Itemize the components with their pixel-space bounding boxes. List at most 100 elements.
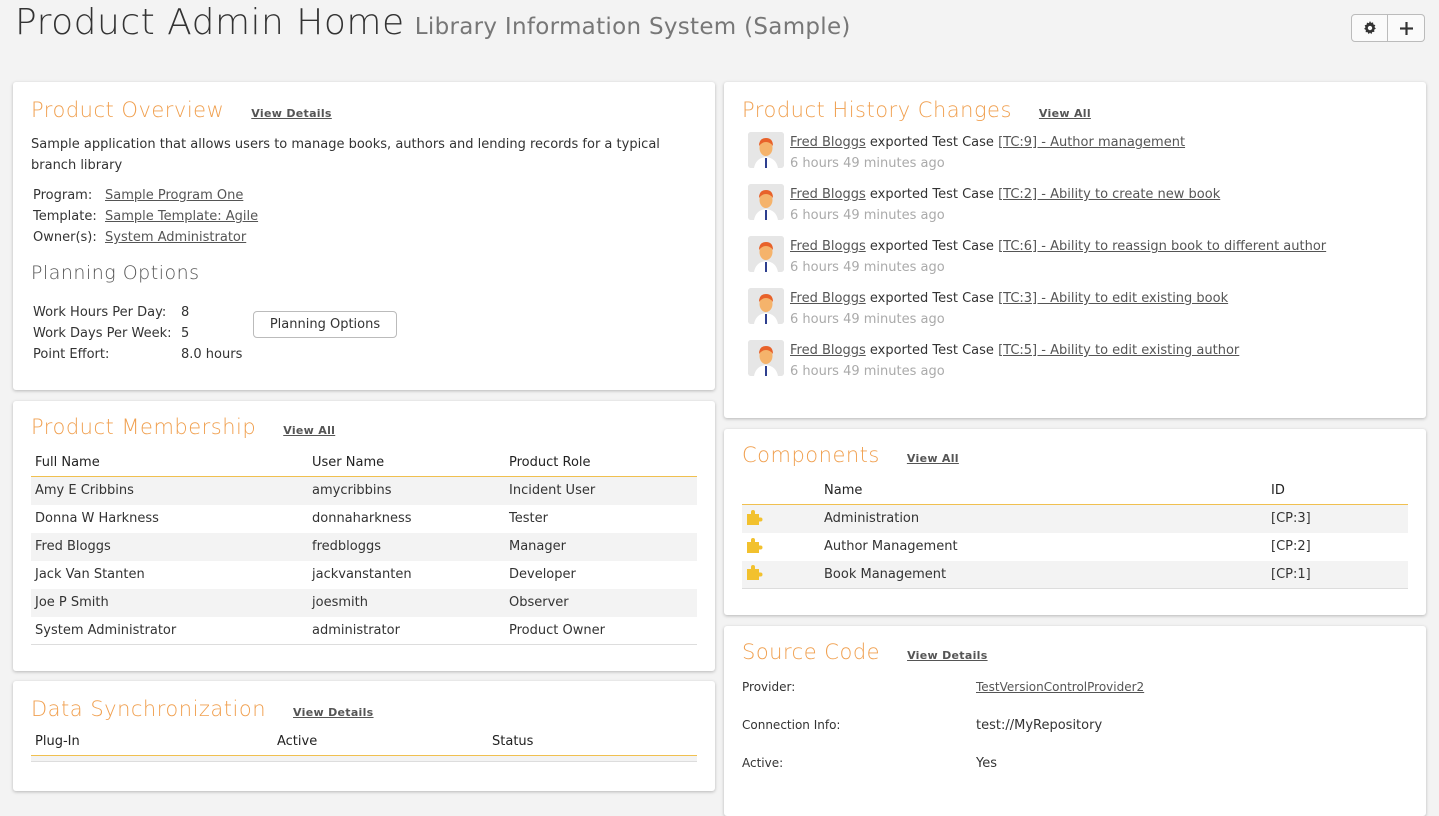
column-header-user-name[interactable]: User Name — [308, 449, 505, 477]
table-row[interactable]: Book Management [CP:1] — [742, 560, 1408, 589]
table-row[interactable]: Joe P Smith joesmith Observer — [31, 588, 697, 617]
table-row[interactable]: Administration [CP:3] — [742, 504, 1408, 533]
history-target-link[interactable]: [TC:5] - Ability to edit existing author — [998, 343, 1239, 358]
work-days-value: 5 — [181, 326, 190, 341]
history-user-link[interactable]: Fred Bloggs — [790, 187, 866, 202]
data-synchronization-view-details-link[interactable]: View Details — [293, 706, 374, 719]
history-item-text: Fred Bloggs exported Test Case [TC:6] - … — [790, 236, 1326, 278]
history-user-link[interactable]: Fred Bloggs — [790, 343, 866, 358]
program-link[interactable]: Sample Program One — [105, 185, 243, 206]
history-target-link[interactable]: [TC:3] - Ability to edit existing book — [998, 291, 1228, 306]
column-header-name[interactable]: Name — [820, 477, 1267, 505]
table-row[interactable]: Amy E Cribbins amycribbins Incident User — [31, 476, 697, 505]
history-target-link[interactable]: [TC:9] - Author management — [998, 135, 1185, 150]
full-name-cell: Fred Bloggs — [31, 532, 308, 561]
history-action: exported Test Case — [869, 135, 994, 150]
active-value: Yes — [976, 755, 997, 771]
template-label: Template: — [33, 209, 97, 224]
program-label: Program: — [33, 188, 93, 203]
history-time: 6 hours 49 minutes ago — [790, 260, 945, 275]
product-history-title: Product History Changes — [742, 98, 1012, 122]
column-header-id[interactable]: ID — [1267, 477, 1408, 505]
source-code-header: Source Code View Details — [742, 640, 1408, 664]
product-role-cell: Observer — [505, 588, 697, 617]
product-overview-view-details-link[interactable]: View Details — [251, 107, 332, 120]
product-overview-title: Product Overview — [31, 98, 225, 122]
owners-row: Owner(s): System Administrator — [33, 227, 697, 248]
user-name-cell: jackvanstanten — [312, 567, 412, 582]
source-code-panel: Source Code View Details Provider: TestV… — [724, 626, 1426, 816]
product-properties: Program: Sample Program One Template: Sa… — [31, 185, 697, 248]
column-header-active[interactable]: Active — [273, 728, 488, 756]
membership-table: Full Name User Name Product Role Amy E C… — [31, 449, 697, 645]
template-link[interactable]: Sample Template: Agile — [105, 206, 258, 227]
planning-options-button[interactable]: Planning Options — [253, 311, 397, 338]
user-avatar-icon — [748, 184, 784, 220]
user-avatar-icon — [748, 340, 784, 376]
history-list: Fred Bloggs exported Test Case [TC:9] - … — [742, 132, 1408, 382]
history-target-link[interactable]: [TC:2] - Ability to create new book — [998, 187, 1220, 202]
product-membership-view-all-link[interactable]: View All — [283, 424, 335, 437]
history-action: exported Test Case — [869, 291, 994, 306]
column-header-status[interactable]: Status — [488, 728, 697, 756]
component-id-cell: [CP:3] — [1267, 504, 1408, 533]
product-membership-header: Product Membership View All — [31, 415, 697, 439]
user-name-cell: joesmith — [308, 588, 505, 617]
settings-button[interactable] — [1351, 14, 1388, 42]
table-row-empty — [31, 755, 697, 762]
components-title: Components — [742, 443, 880, 467]
point-effort-value: 8.0 hours — [181, 347, 243, 362]
owners-link[interactable]: System Administrator — [105, 227, 246, 248]
owners-label: Owner(s): — [33, 230, 97, 245]
history-item-text: Fred Bloggs exported Test Case [TC:9] - … — [790, 132, 1185, 174]
history-user-link[interactable]: Fred Bloggs — [790, 239, 866, 254]
history-action: exported Test Case — [869, 239, 994, 254]
user-name-cell: amycribbins — [308, 476, 505, 505]
table-row[interactable]: Jack Van Stanten jackvanstanten Develope… — [31, 561, 697, 589]
gear-icon — [1363, 21, 1376, 35]
history-time: 6 hours 49 minutes ago — [790, 364, 945, 379]
source-code-view-details-link[interactable]: View Details — [907, 649, 988, 662]
column-header-icon — [742, 477, 820, 505]
page-title: Product Admin Home Library Information S… — [15, 2, 851, 43]
component-name-cell: Book Management — [820, 560, 1267, 589]
avatar — [748, 132, 784, 168]
sync-table-header: Plug-In Active Status — [31, 728, 697, 756]
user-name-cell: donnaharkness — [312, 511, 412, 526]
component-id-cell: [CP:2] — [1271, 539, 1311, 554]
history-action: exported Test Case — [869, 187, 994, 202]
add-button[interactable] — [1388, 14, 1425, 42]
product-membership-panel: Product Membership View All Full Name Us… — [13, 401, 715, 671]
planning-options-section: Work Hours Per Day: 8 Work Days Per Week… — [31, 302, 697, 365]
table-row[interactable]: System Administrator administrator Produ… — [31, 616, 697, 645]
history-item: Fred Bloggs exported Test Case [TC:5] - … — [748, 340, 1408, 382]
history-target-link[interactable]: [TC:6] - Ability to reassign book to dif… — [998, 239, 1326, 254]
column-header-full-name[interactable]: Full Name — [31, 449, 308, 477]
full-name-cell: Jack Van Stanten — [35, 567, 145, 582]
history-time: 6 hours 49 minutes ago — [790, 156, 945, 171]
column-header-product-role[interactable]: Product Role — [505, 449, 697, 477]
product-history-header: Product History Changes View All — [742, 98, 1408, 122]
plus-icon — [1399, 21, 1413, 35]
full-name-cell: Joe P Smith — [31, 588, 308, 617]
table-row[interactable]: Fred Bloggs fredbloggs Manager — [31, 532, 697, 561]
components-view-all-link[interactable]: View All — [907, 452, 959, 465]
provider-link[interactable]: TestVersionControlProvider2 — [976, 680, 1144, 694]
product-overview-header: Product Overview View Details — [31, 98, 697, 122]
history-user-link[interactable]: Fred Bloggs — [790, 135, 866, 150]
component-id-cell: [CP:1] — [1267, 560, 1408, 589]
history-item-text: Fred Bloggs exported Test Case [TC:5] - … — [790, 340, 1239, 382]
history-item-text: Fred Bloggs exported Test Case [TC:3] - … — [790, 288, 1228, 330]
table-row[interactable]: Donna W Harkness donnaharkness Tester — [31, 505, 697, 533]
source-code-title: Source Code — [742, 640, 881, 664]
point-effort-label: Point Effort: — [33, 347, 110, 362]
component-icon-cell — [742, 504, 820, 533]
history-user-link[interactable]: Fred Bloggs — [790, 291, 866, 306]
program-row: Program: Sample Program One — [33, 185, 697, 206]
column-header-plug-in[interactable]: Plug-In — [31, 728, 273, 756]
table-row[interactable]: Author Management [CP:2] — [742, 533, 1408, 561]
user-name-cell: administrator — [308, 616, 505, 645]
avatar — [748, 340, 784, 376]
product-history-view-all-link[interactable]: View All — [1039, 107, 1091, 120]
puzzle-piece-icon — [747, 537, 763, 553]
